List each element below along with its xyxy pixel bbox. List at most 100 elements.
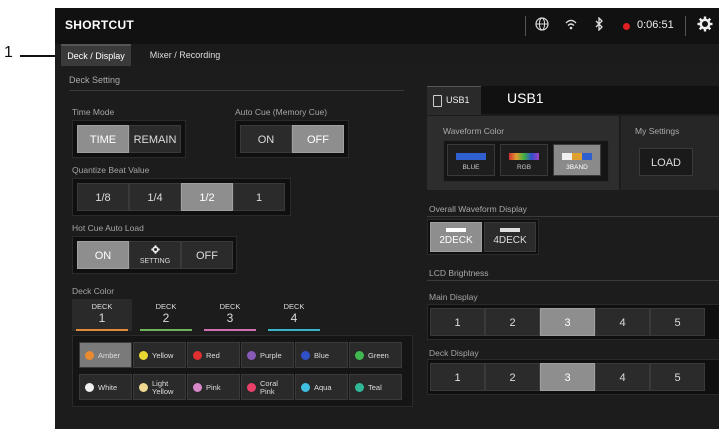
usb-title: USB1 (507, 90, 544, 106)
main-brightness-1-button[interactable]: 1 (430, 308, 485, 336)
color-teal-button[interactable]: Teal (349, 374, 402, 400)
usb-tab[interactable]: USB1 (427, 86, 481, 115)
globe-icon[interactable] (535, 17, 549, 34)
settings-panel: Deck Setting Time Mode TIME REMAIN Auto … (55, 66, 719, 429)
quantize-1-4-button[interactable]: 1/4 (129, 183, 181, 211)
main-display-label: Main Display (429, 292, 478, 302)
blue-dot-icon (301, 351, 310, 360)
deck-tab-label: DECK (155, 302, 177, 311)
color-white-button[interactable]: White (79, 374, 132, 400)
color-light-yellow-button[interactable]: Light Yellow (133, 374, 186, 400)
time-button[interactable]: TIME (77, 125, 129, 153)
waveform-option-label: RGB (516, 164, 532, 171)
wifi-icon (564, 17, 578, 34)
deck-tab-3[interactable]: DECK 3 (200, 299, 260, 331)
waveform-color-label: Waveform Color (443, 126, 505, 136)
2deck-button[interactable]: 2DECK (430, 222, 482, 252)
deck-color-label: Deck Color (72, 286, 115, 296)
color-label: Coral Pink (260, 379, 278, 396)
teal-dot-icon (355, 383, 364, 392)
deck-tab-1[interactable]: DECK 1 (72, 299, 132, 331)
deck-tab-4[interactable]: DECK 4 (264, 299, 324, 331)
quantize-group: 1/8 1/4 1/2 1 (72, 178, 291, 216)
deck-color-bar (76, 329, 128, 331)
main-brightness-3-button[interactable]: 3 (540, 308, 595, 336)
auto-cue-on-button[interactable]: ON (240, 125, 292, 153)
hot-cue-on-button[interactable]: ON (77, 241, 129, 269)
4deck-button[interactable]: 4DECK (484, 222, 536, 252)
quantize-1-button[interactable]: 1 (233, 183, 285, 211)
deck-color-bar (140, 329, 192, 331)
color-red-button[interactable]: Red (187, 342, 240, 368)
deck-display-label: Deck Display (429, 348, 479, 358)
waveform-rgb-button[interactable]: RGB (500, 144, 548, 176)
color-label: Purple (260, 351, 282, 360)
hot-cue-label: Hot Cue Auto Load (72, 223, 144, 233)
remain-button[interactable]: REMAIN (129, 125, 181, 153)
hot-cue-off-button[interactable]: OFF (181, 241, 233, 269)
white-dot-icon (85, 383, 94, 392)
deck-brightness-3-button[interactable]: 3 (540, 363, 595, 391)
color-coral-pink-button[interactable]: Coral Pink (241, 374, 294, 400)
divider (427, 216, 719, 217)
waveform-blue-button[interactable]: BLUE (447, 144, 495, 176)
overall-waveform-title: Overall Waveform Display (429, 204, 527, 214)
tab-deck-display[interactable]: Deck / Display (61, 44, 131, 66)
waveform-option-label: BLUE (462, 164, 480, 171)
deck-brightness-1-button[interactable]: 1 (430, 363, 485, 391)
3band-waveform-icon (562, 153, 592, 160)
hot-cue-group: ON SETTING OFF (72, 236, 237, 274)
hot-cue-setting-button[interactable]: SETTING (129, 241, 181, 269)
color-aqua-button[interactable]: Aqua (295, 374, 348, 400)
color-label: Green (368, 351, 389, 360)
color-palette: Amber Yellow Red Purple Blue Green White… (72, 335, 413, 407)
waveform-option-label: 3BAND (566, 164, 588, 171)
color-label: Teal (368, 383, 382, 392)
deck-brightness-2-button[interactable]: 2 (485, 363, 540, 391)
load-button[interactable]: LOAD (639, 148, 693, 176)
deck-tab-number: 2 (162, 311, 170, 325)
auto-cue-label: Auto Cue (Memory Cue) (235, 107, 328, 117)
main-brightness-5-button[interactable]: 5 (650, 308, 705, 336)
deck-color-bar (204, 329, 256, 331)
deck-tab-label: DECK (219, 302, 241, 311)
callout-line (20, 55, 60, 57)
auto-cue-off-button[interactable]: OFF (292, 125, 344, 153)
divider (69, 90, 404, 91)
settings-gear-icon[interactable] (697, 16, 713, 35)
color-amber-button[interactable]: Amber (79, 342, 132, 368)
color-pink-button[interactable]: Pink (187, 374, 240, 400)
color-green-button[interactable]: Green (349, 342, 402, 368)
green-dot-icon (355, 351, 364, 360)
tab-mixer-recording[interactable]: Mixer / Recording (143, 44, 227, 66)
color-label: Pink (206, 383, 221, 392)
color-blue-button[interactable]: Blue (295, 342, 348, 368)
auto-cue-group: ON OFF (235, 120, 349, 158)
callout-number: 1 (4, 44, 13, 61)
deck-brightness-4-button[interactable]: 4 (595, 363, 650, 391)
waveform-color-box: Waveform Color BLUE RGB 3BAND (427, 116, 619, 190)
main-brightness-2-button[interactable]: 2 (485, 308, 540, 336)
deck-brightness-5-button[interactable]: 5 (650, 363, 705, 391)
bluetooth-icon (593, 16, 605, 34)
separator (685, 16, 686, 36)
quantize-1-2-button[interactable]: 1/2 (181, 183, 233, 211)
deck-tab-label: DECK (91, 302, 113, 311)
deck-tab-2[interactable]: DECK 2 (136, 299, 196, 331)
deck-tab-number: 4 (290, 311, 298, 325)
deck-display-group: 1 2 3 4 5 (427, 359, 719, 395)
waveform-3band-button[interactable]: 3BAND (553, 144, 601, 176)
purple-dot-icon (247, 351, 256, 360)
quantize-1-8-button[interactable]: 1/8 (77, 183, 129, 211)
2deck-icon (446, 228, 466, 232)
color-purple-button[interactable]: Purple (241, 342, 294, 368)
main-brightness-4-button[interactable]: 4 (595, 308, 650, 336)
color-label: Blue (314, 351, 330, 360)
deck-tab-number: 1 (98, 311, 106, 325)
rgb-waveform-icon (509, 153, 539, 160)
color-yellow-button[interactable]: Yellow (133, 342, 186, 368)
recording-indicator-icon (623, 23, 630, 30)
color-label: Aqua (314, 383, 332, 392)
overall-waveform-group: 2DECK 4DECK (427, 219, 539, 255)
4deck-icon (500, 228, 520, 232)
